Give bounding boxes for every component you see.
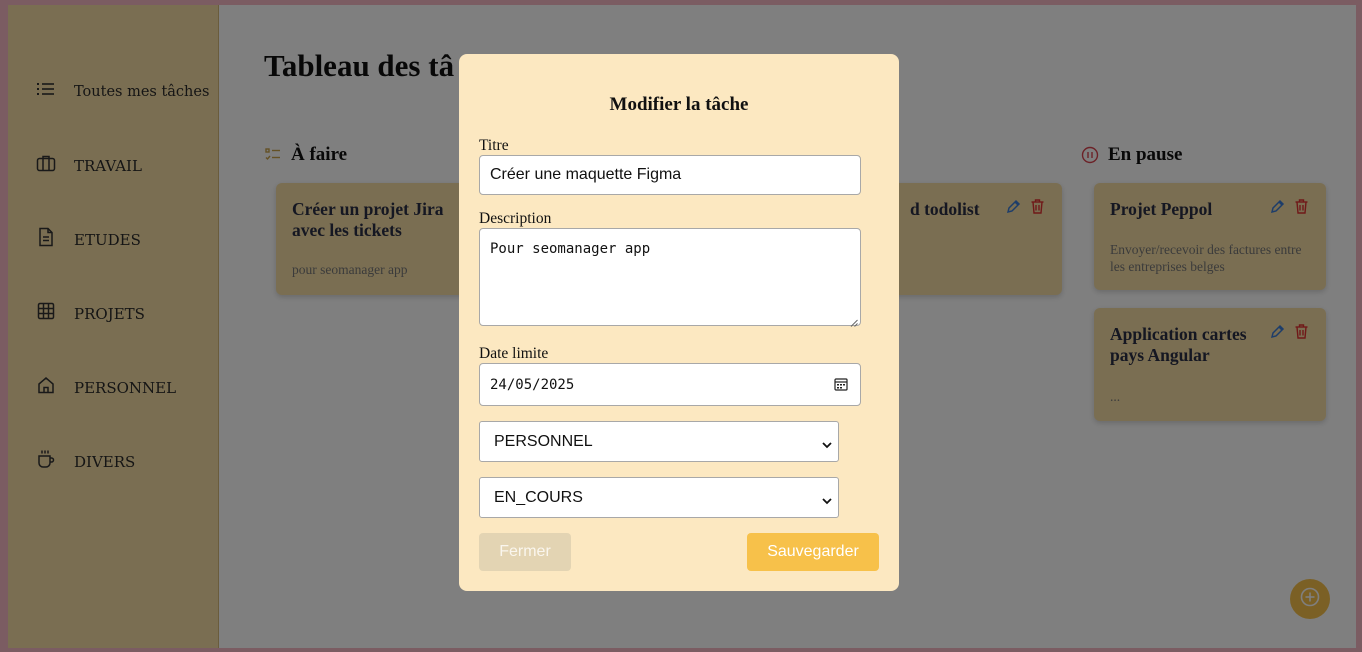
status-select[interactable]: EN_COURS — [479, 477, 839, 518]
title-input-value: Créer une maquette Figma — [490, 166, 682, 183]
chevron-down-icon — [822, 437, 832, 449]
description-textarea[interactable]: Pour seomanager app — [479, 228, 861, 327]
due-date-value: 24/05/2025 — [490, 376, 575, 393]
category-select[interactable]: PERSONNEL — [479, 421, 839, 462]
close-button[interactable]: Fermer — [479, 533, 571, 571]
modal-title: Modifier la tâche — [609, 94, 749, 115]
title-input[interactable]: Créer une maquette Figma — [479, 155, 861, 195]
due-date-input[interactable]: 24/05/2025 — [479, 363, 861, 406]
calendar-icon[interactable] — [834, 377, 848, 391]
save-button[interactable]: Sauvegarder — [747, 533, 879, 571]
resize-grip-icon[interactable] — [850, 315, 858, 327]
chevron-down-icon — [822, 493, 832, 505]
description-label: Description — [479, 210, 552, 227]
status-select-value: EN_COURS — [494, 488, 583, 506]
description-textarea-value: Pour seomanager app — [490, 241, 651, 257]
due-date-label: Date limite — [479, 345, 549, 362]
title-label: Titre — [479, 137, 509, 154]
edit-task-modal: Modifier la tâche Titre Créer une maquet… — [459, 54, 899, 591]
category-select-value: PERSONNEL — [494, 432, 593, 450]
